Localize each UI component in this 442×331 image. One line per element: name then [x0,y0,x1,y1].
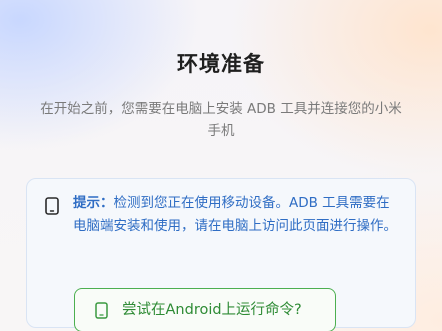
phone-icon [45,197,59,215]
phone-icon [95,302,108,319]
mobile-device-tip-card: 提示：检测到您正在使用移动设备。ADB 工具需要在电脑端安装和使用，请在电脑上访… [26,178,416,331]
tip-label: 提示： [73,195,114,211]
environment-setup-page: 环境准备 在开始之前，您需要在电脑上安装 ADB 工具并连接您的小米手机 提示：… [0,0,442,331]
page-title: 环境准备 [177,52,265,76]
try-on-android-label: 尝试在Android上运行命令? [122,302,302,318]
tip-text: 提示：检测到您正在使用移动设备。ADB 工具需要在电脑端安装和使用，请在电脑上访… [73,192,403,238]
try-on-android-button[interactable]: 尝试在Android上运行命令? [74,288,336,331]
page-subtitle: 在开始之前，您需要在电脑上安装 ADB 工具并连接您的小米手机 [40,101,402,139]
tip-message: 检测到您正在使用移动设备。ADB 工具需要在电脑端安装和使用，请在电脑上访问此页… [73,195,397,234]
